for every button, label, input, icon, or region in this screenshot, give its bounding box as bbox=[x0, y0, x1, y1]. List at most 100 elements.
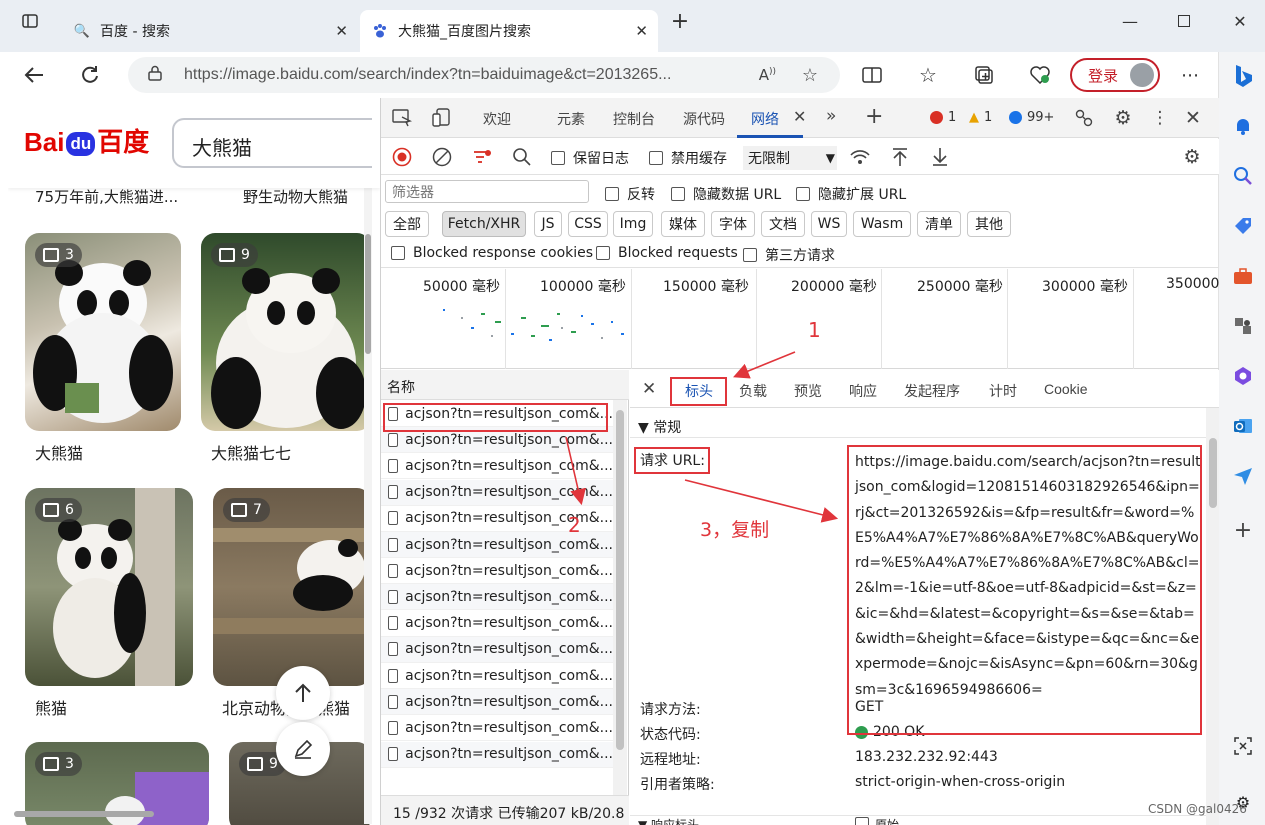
favorites-icon[interactable]: ☆ bbox=[912, 59, 944, 91]
checkbox[interactable] bbox=[671, 187, 685, 201]
feedback-edit-button[interactable] bbox=[276, 722, 330, 776]
detail-scrollbar[interactable] bbox=[1206, 408, 1219, 825]
type-doc-button[interactable]: 文档 bbox=[761, 211, 805, 237]
timeline-overview[interactable]: 50000 毫秒 100000 毫秒 150000 毫秒 200000 毫秒 2… bbox=[381, 269, 1219, 369]
type-other-button[interactable]: 其他 bbox=[967, 211, 1011, 237]
checkbox[interactable] bbox=[388, 694, 399, 709]
checkbox[interactable] bbox=[388, 537, 399, 552]
split-screen-icon[interactable] bbox=[856, 59, 888, 91]
type-all-button[interactable]: 全部 bbox=[385, 211, 429, 237]
add-tab-icon[interactable]: + bbox=[865, 104, 883, 129]
more-tabs-icon[interactable]: » bbox=[826, 106, 836, 126]
type-img-button[interactable]: Img bbox=[613, 211, 653, 237]
request-list-scrollbar[interactable] bbox=[613, 400, 627, 795]
checkbox[interactable] bbox=[388, 589, 399, 604]
send-icon[interactable] bbox=[1231, 464, 1255, 488]
network-settings-icon[interactable]: ⚙ bbox=[1181, 146, 1203, 168]
checkbox[interactable] bbox=[796, 187, 810, 201]
request-row[interactable]: acjson?tn=resultjson_com&... bbox=[381, 663, 613, 689]
screenshot-icon[interactable] bbox=[1231, 734, 1255, 758]
image-caption[interactable]: 75万年前,大熊猫进... bbox=[35, 186, 178, 207]
search-icon[interactable] bbox=[511, 146, 533, 168]
more-options-icon[interactable]: ⋮ bbox=[1149, 107, 1171, 129]
clear-icon[interactable] bbox=[431, 146, 453, 168]
image-label[interactable]: 大熊猫 bbox=[35, 440, 83, 464]
request-row[interactable]: acjson?tn=resultjson_com&... bbox=[381, 401, 613, 427]
close-detail-icon[interactable]: ✕ bbox=[642, 379, 656, 399]
maximize-button[interactable] bbox=[1164, 8, 1204, 34]
tab-welcome[interactable]: 欢迎 bbox=[483, 109, 511, 129]
close-window-button[interactable]: ✕ bbox=[1220, 8, 1260, 34]
checkbox[interactable] bbox=[391, 246, 405, 260]
settings-gear-icon[interactable]: ⚙ bbox=[1112, 107, 1134, 129]
checkbox[interactable] bbox=[743, 248, 757, 262]
new-tab-button[interactable]: + bbox=[660, 8, 700, 34]
tab-network[interactable]: 网络 bbox=[751, 109, 779, 129]
network-conditions-icon[interactable] bbox=[1073, 107, 1095, 129]
checkbox[interactable] bbox=[649, 151, 663, 165]
tab-cookie[interactable]: Cookie bbox=[1044, 381, 1088, 397]
favorite-star-icon[interactable]: ☆ bbox=[802, 65, 818, 86]
disable-cache-checkbox[interactable]: 禁用缓存 bbox=[649, 148, 727, 168]
request-row[interactable]: acjson?tn=resultjson_com&... bbox=[381, 453, 613, 480]
bell-icon[interactable] bbox=[1231, 114, 1255, 138]
device-emulation-icon[interactable] bbox=[431, 107, 453, 129]
more-options-icon[interactable]: ⋯ bbox=[1174, 59, 1206, 91]
request-row[interactable]: acjson?tn=resultjson_com&... bbox=[381, 715, 613, 742]
raw-checkbox[interactable] bbox=[855, 817, 869, 825]
tab-timing[interactable]: 计时 bbox=[989, 381, 1017, 401]
close-tab-icon[interactable]: ✕ bbox=[793, 107, 806, 126]
collections-icon[interactable] bbox=[968, 59, 1000, 91]
throttling-select[interactable]: 无限制 ▼ bbox=[743, 146, 837, 170]
general-section-header[interactable]: ▼ 常规 bbox=[630, 412, 1206, 438]
close-devtools-icon[interactable]: ✕ bbox=[1182, 107, 1204, 129]
tab-elements[interactable]: 元素 bbox=[557, 109, 585, 129]
scrollbar-thumb[interactable] bbox=[616, 410, 624, 750]
checkbox[interactable] bbox=[551, 151, 565, 165]
tab-actions-icon[interactable] bbox=[10, 8, 50, 34]
m365-icon[interactable] bbox=[1231, 364, 1255, 388]
image-label[interactable]: 熊猫 bbox=[35, 695, 67, 719]
blocked-cookies-checkbox[interactable]: Blocked response cookies bbox=[391, 245, 593, 261]
type-fetch-xhr-button[interactable]: Fetch/XHR bbox=[442, 211, 526, 237]
name-column-header[interactable]: 名称 bbox=[381, 370, 629, 400]
image-label[interactable]: 大熊猫七七 bbox=[211, 440, 291, 464]
refresh-button[interactable] bbox=[74, 59, 106, 91]
search-input[interactable]: 大熊猫 bbox=[172, 118, 372, 168]
tab-preview[interactable]: 预览 bbox=[794, 381, 822, 401]
request-row[interactable]: acjson?tn=resultjson_com&... bbox=[381, 636, 613, 663]
import-har-icon[interactable] bbox=[889, 146, 911, 168]
wifi-conditions-icon[interactable] bbox=[849, 146, 871, 168]
request-row[interactable]: acjson?tn=resultjson_com&... bbox=[381, 741, 613, 768]
login-button[interactable]: 登录 bbox=[1070, 58, 1160, 92]
search-icon[interactable] bbox=[1231, 164, 1255, 188]
request-url-value[interactable]: https://image.baidu.com/search/acjson?tn… bbox=[855, 450, 1203, 703]
checkbox[interactable] bbox=[388, 642, 399, 657]
filter-input[interactable] bbox=[385, 180, 589, 203]
type-manifest-button[interactable]: 清单 bbox=[917, 211, 961, 237]
checkbox[interactable] bbox=[388, 485, 399, 500]
tab-sources[interactable]: 源代码 bbox=[683, 109, 725, 129]
tab-headers[interactable]: 标头 bbox=[685, 381, 713, 401]
tag-icon[interactable] bbox=[1231, 214, 1255, 238]
blocked-requests-checkbox[interactable]: Blocked requests bbox=[596, 245, 738, 261]
close-icon[interactable]: ✕ bbox=[635, 22, 648, 40]
filter-icon[interactable] bbox=[471, 146, 493, 168]
tab-console[interactable]: 控制台 bbox=[613, 109, 655, 129]
type-font-button[interactable]: 字体 bbox=[711, 211, 755, 237]
request-row[interactable]: acjson?tn=resultjson_com&... bbox=[381, 427, 613, 454]
export-har-icon[interactable] bbox=[929, 146, 951, 168]
back-button[interactable] bbox=[18, 59, 50, 91]
toolbox-icon[interactable] bbox=[1231, 264, 1255, 288]
checkbox[interactable] bbox=[388, 720, 399, 735]
invert-checkbox[interactable]: 反转 bbox=[605, 184, 655, 204]
outlook-icon[interactable] bbox=[1231, 414, 1255, 438]
third-party-checkbox[interactable]: 第三方请求 bbox=[743, 245, 835, 265]
image-caption[interactable]: 野生动物大熊猫 bbox=[243, 186, 348, 207]
checkbox[interactable] bbox=[388, 668, 399, 683]
checkbox[interactable] bbox=[596, 246, 610, 260]
hide-data-url-checkbox[interactable]: 隐藏数据 URL bbox=[671, 184, 781, 204]
type-wasm-button[interactable]: Wasm bbox=[853, 211, 911, 237]
type-js-button[interactable]: JS bbox=[534, 211, 562, 237]
hide-extension-url-checkbox[interactable]: 隐藏扩展 URL bbox=[796, 184, 906, 204]
